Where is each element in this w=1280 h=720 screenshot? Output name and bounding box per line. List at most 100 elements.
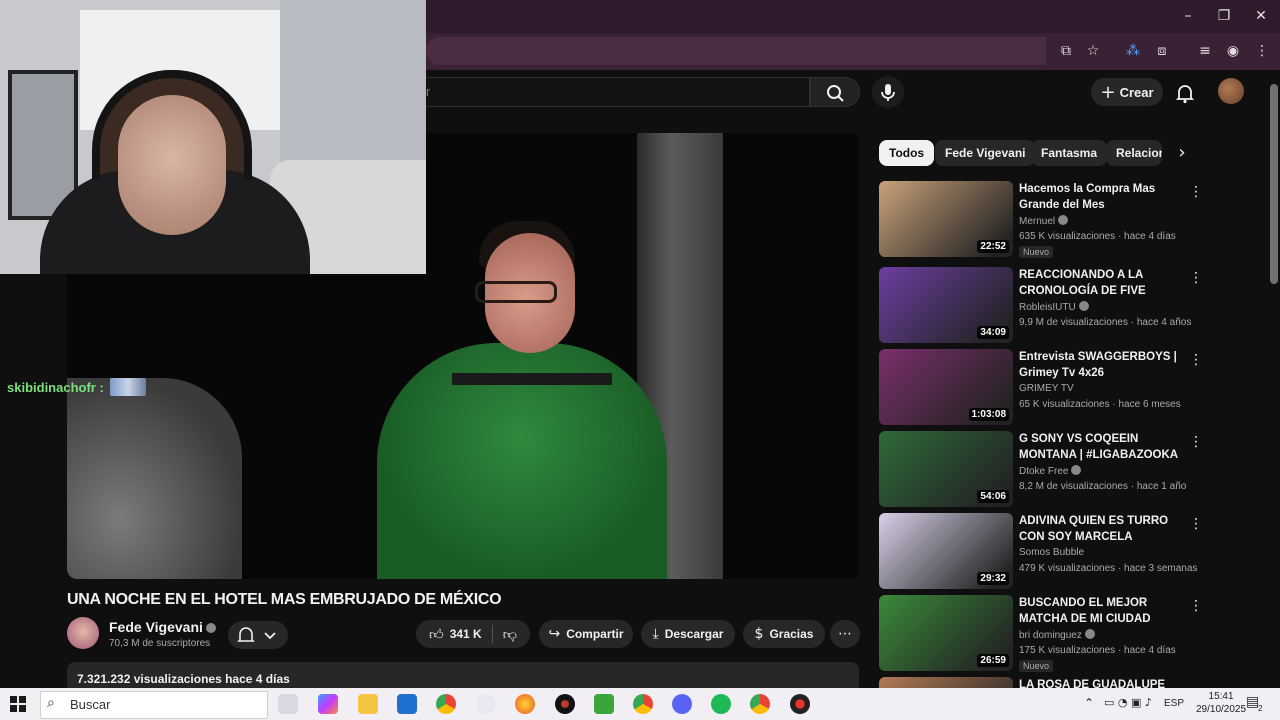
recommendation-channel[interactable]: GRIMEY TV	[1019, 383, 1074, 394]
notifications-button[interactable]	[1172, 80, 1198, 106]
search-button[interactable]	[810, 77, 860, 107]
recommendation-card[interactable]: 34:09 REACCIONANDO A LA CRONOLOGÍA DE FIV…	[879, 267, 1209, 345]
video-title: UNA NOCHE EN EL HOTEL MAS EMBRUJADO DE M…	[67, 591, 502, 608]
copilot-icon[interactable]	[318, 694, 338, 714]
language-indicator[interactable]: ESP	[1164, 698, 1184, 709]
video-thumbnail[interactable]: 22:52	[879, 181, 1013, 257]
divider	[491, 625, 493, 643]
browser-menu-icon[interactable]: ⋮	[1251, 40, 1273, 62]
recommendation-title[interactable]: Hacemos la Compra Mas Grande del Mes	[1019, 181, 1184, 213]
chip-todos[interactable]: Todos	[879, 140, 935, 166]
channel-name[interactable]: Fede Vigevani	[109, 619, 216, 635]
store-icon[interactable]	[397, 694, 417, 714]
account-avatar[interactable]	[1218, 78, 1244, 104]
translate-extension-icon[interactable]: ⁂	[1122, 40, 1144, 62]
recommendation-title[interactable]: ADIVINA QUIEN ES TURRO CON SOY MARCELA	[1019, 513, 1184, 545]
video-frame-strap	[452, 373, 612, 385]
address-bar[interactable]	[426, 37, 1046, 65]
discord-icon[interactable]	[672, 694, 692, 714]
cast-icon[interactable]: ⧉	[1055, 40, 1077, 62]
view-count-date: 7.321.232 visualizaciones hace 4 días	[77, 672, 290, 686]
video-thumbnail[interactable]: 1:03:08	[879, 349, 1013, 425]
bookmark-star-icon[interactable]: ☆	[1082, 40, 1104, 62]
chip-fantasma[interactable]: Fantasma	[1031, 140, 1108, 166]
recommendation-title[interactable]: REACCIONANDO A LA CRONOLOGÍA DE FIVE NIG…	[1019, 267, 1184, 299]
video-thumbnail[interactable]: 34:09	[879, 267, 1013, 343]
more-vertical-icon[interactable]: ⋮	[1189, 351, 1203, 369]
minimize-button[interactable]: –	[1173, 6, 1203, 26]
like-button[interactable]: 👍︎ 341 K	[429, 626, 482, 643]
file-explorer-icon[interactable]	[358, 694, 378, 714]
spotify-icon[interactable]	[711, 694, 731, 714]
chip-fede-vigevani[interactable]: Fede Vigevani	[935, 140, 1036, 166]
bell-icon	[1175, 85, 1195, 104]
task-view-icon[interactable]	[278, 694, 298, 714]
channel-avatar[interactable]	[67, 617, 99, 649]
restore-button[interactable]: ❐	[1209, 6, 1239, 26]
video-thumbnail[interactable]: 54:06	[879, 431, 1013, 507]
recommendation-card[interactable]: 29:32 ADIVINA QUIEN ES TURRO CON SOY MARC…	[879, 513, 1209, 591]
chip-relacion[interactable]: Relacion	[1106, 140, 1162, 166]
recommendation-channel[interactable]: Mernuel	[1019, 215, 1069, 227]
minecraft-icon[interactable]	[594, 694, 614, 714]
recommendation-channel[interactable]: Dtoke Free	[1019, 465, 1082, 477]
share-button[interactable]: ↪ Compartir	[539, 620, 633, 648]
download-button[interactable]: ⤓ Descargar	[641, 620, 735, 648]
recommendation-meta: 175 K visualizaciones · hace 4 días	[1019, 645, 1176, 656]
chat-message: skibidinachofr :	[7, 378, 146, 396]
notification-count: 2	[1258, 704, 1263, 713]
recommendation-card[interactable]: 22:52 Hacemos la Compra Mas Grande del Me…	[879, 181, 1209, 259]
tray-chevron-icon[interactable]: ⌃	[1084, 696, 1094, 710]
verified-icon	[1084, 629, 1095, 639]
more-horizontal-icon: ⋯	[838, 626, 852, 642]
chrome-profile-icon[interactable]	[750, 694, 770, 714]
app-orange-icon[interactable]	[515, 694, 535, 714]
taskbar-search-label: Buscar	[70, 697, 111, 712]
recommendation-channel[interactable]: Somos Bubble	[1019, 547, 1084, 558]
chrome-active-icon[interactable]	[633, 694, 653, 714]
windows-start-icon[interactable]	[8, 694, 28, 714]
thanks-button[interactable]: $ Gracias	[743, 620, 825, 648]
chevron-right-icon[interactable]: ›	[1170, 142, 1194, 166]
recommendation-meta: 65 K visualizaciones · hace 6 meses	[1019, 399, 1181, 410]
search-input[interactable]	[426, 77, 810, 107]
media-control-icon[interactable]: ≡	[1194, 40, 1216, 62]
more-vertical-icon[interactable]: ⋮	[1189, 515, 1203, 533]
thumbs-down-icon[interactable]: 👎︎	[503, 626, 517, 643]
recommendation-title[interactable]: Entrevista SWAGGERBOYS | Grimey Tv 4x26	[1019, 349, 1184, 381]
download-icon: ⤓	[652, 626, 659, 642]
download-label: Descargar	[664, 627, 724, 641]
chat-username: skibidinachofr :	[7, 379, 104, 395]
extensions-puzzle-icon[interactable]: ⧈	[1151, 40, 1173, 62]
create-button[interactable]: + Crear	[1091, 78, 1163, 106]
taskbar-clock[interactable]: 15:41 29/10/2025	[1196, 690, 1246, 716]
recommendation-card[interactable]: 26:59 BUSCANDO EL MEJOR MATCHA DE MI CIUD…	[879, 595, 1209, 673]
more-actions-button[interactable]: ⋯	[830, 620, 860, 648]
profile-icon[interactable]: ◉	[1222, 40, 1244, 62]
tray-icons[interactable]: ▭ ◔ ▣ ♪	[1104, 696, 1152, 709]
recommendation-title[interactable]: G SONY VS COQEEIN MONTANA | #LIGABAZOOKA…	[1019, 431, 1184, 463]
recommendation-channel[interactable]: bri dominguez	[1019, 629, 1095, 641]
recommendation-card[interactable]: 1:03:08 Entrevista SWAGGERBOYS | Grimey T…	[879, 349, 1209, 427]
recommendation-channel[interactable]: RobleisIUTU	[1019, 301, 1089, 313]
more-vertical-icon[interactable]: ⋮	[1189, 183, 1203, 201]
recommendation-channel-text: Somos Bubble	[1019, 547, 1085, 558]
app-w-icon[interactable]	[476, 694, 496, 714]
chrome-icon[interactable]	[436, 694, 456, 714]
subscription-bell-button[interactable]	[228, 621, 288, 649]
recommendation-card[interactable]: 54:06 G SONY VS COQEEIN MONTANA | #LIGABA…	[879, 431, 1209, 509]
video-thumbnail[interactable]: 26:59	[879, 595, 1013, 671]
recommendation-title[interactable]: BUSCANDO EL MEJOR MATCHA DE MI CIUDAD	[1019, 595, 1184, 627]
close-button[interactable]: ✕	[1246, 6, 1276, 26]
search-icon: ⌕	[47, 695, 55, 711]
app-dark-icon[interactable]	[790, 694, 810, 714]
more-vertical-icon[interactable]: ⋮	[1189, 597, 1203, 615]
scrollbar-thumb[interactable]	[1270, 84, 1278, 284]
video-thumbnail[interactable]: 29:32	[879, 513, 1013, 589]
video-duration: 22:52	[977, 240, 1009, 253]
more-vertical-icon[interactable]: ⋮	[1189, 269, 1203, 287]
voice-search-button[interactable]	[872, 76, 904, 108]
verified-icon	[205, 623, 216, 633]
obs-icon[interactable]	[555, 694, 575, 714]
more-vertical-icon[interactable]: ⋮	[1189, 433, 1203, 451]
